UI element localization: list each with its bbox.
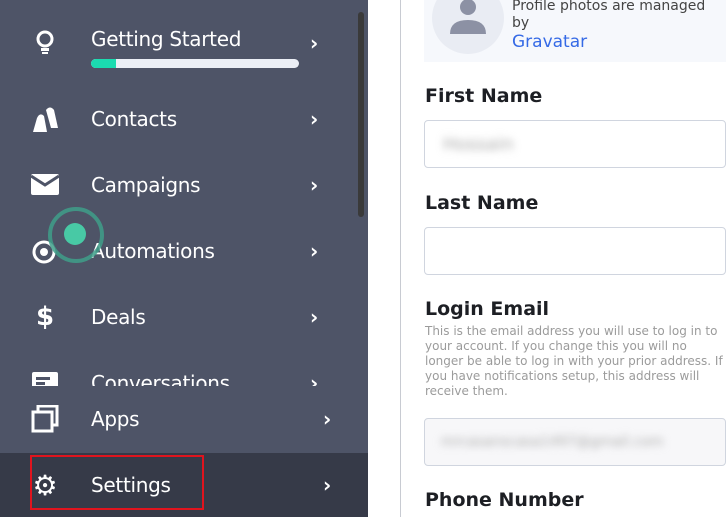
highlight-box [30, 455, 204, 510]
divider [400, 0, 401, 517]
login-email-label: Login Email [425, 298, 550, 320]
sidebar-item-label: Deals [91, 305, 146, 329]
sidebar-item-label: Conversations [91, 371, 230, 386]
sidebar-item-apps[interactable]: Apps › [0, 394, 368, 444]
apps-icon [31, 405, 59, 433]
profile-photo-text: Profile photos are managed by [512, 0, 706, 31]
profile-photo-info: Profile photos are managed by Gravatar [512, 0, 718, 52]
chevron-right-icon: › [323, 473, 332, 497]
chevron-right-icon: › [310, 107, 319, 131]
getting-started-progress [91, 59, 299, 68]
last-name-input[interactable] [424, 227, 726, 275]
login-email-help: This is the email address you will use t… [425, 324, 723, 399]
progress-fill [91, 59, 116, 68]
sidebar-item-label: Campaigns [91, 173, 201, 197]
login-email-input[interactable]: mrcasanscasa1497@gmail.com [424, 418, 726, 466]
chat-icon [31, 369, 59, 386]
sidebar-item-label: Automations [91, 239, 215, 263]
sidebar-nav: Getting Started › Contacts › Campaigns ›… [0, 0, 368, 386]
sidebar-item-contacts[interactable]: Contacts › [0, 94, 368, 144]
chevron-right-icon: › [310, 305, 319, 329]
login-email-value: mrcasanscasa1497@gmail.com [441, 434, 664, 450]
chevron-right-icon: › [310, 371, 319, 386]
chevron-right-icon: › [310, 173, 319, 197]
chevron-right-icon: › [310, 31, 319, 55]
envelope-icon [31, 171, 59, 199]
last-name-label: Last Name [425, 192, 539, 214]
chevron-right-icon: › [323, 407, 332, 431]
help-line: This is the email address you will use t… [425, 324, 718, 338]
first-name-value: Hossain [443, 134, 514, 155]
dollar-icon: $ [35, 302, 55, 332]
contacts-icon [31, 105, 59, 133]
sidebar-item-campaigns[interactable]: Campaigns › [0, 160, 368, 210]
sidebar-item-label: Contacts [91, 107, 177, 131]
avatar [432, 0, 504, 54]
sidebar-item-label: Getting Started [91, 27, 242, 51]
gravatar-link[interactable]: Gravatar [512, 32, 718, 52]
first-name-label: First Name [425, 85, 543, 107]
sidebar: Getting Started › Contacts › Campaigns ›… [0, 0, 368, 517]
sidebar-item-label: Apps [91, 407, 140, 431]
lightbulb-icon [31, 29, 59, 57]
phone-number-label: Phone Number [425, 489, 584, 511]
sidebar-item-conversations[interactable]: Conversations › [0, 358, 368, 386]
profile-form: Profile photos are managed by Gravatar F… [368, 0, 726, 517]
first-name-input[interactable]: Hossain [424, 120, 726, 168]
sidebar-item-deals[interactable]: $ Deals › [0, 292, 368, 342]
chevron-right-icon: › [310, 239, 319, 263]
sidebar-scrollbar[interactable] [358, 12, 364, 217]
click-indicator-dot [64, 223, 86, 245]
